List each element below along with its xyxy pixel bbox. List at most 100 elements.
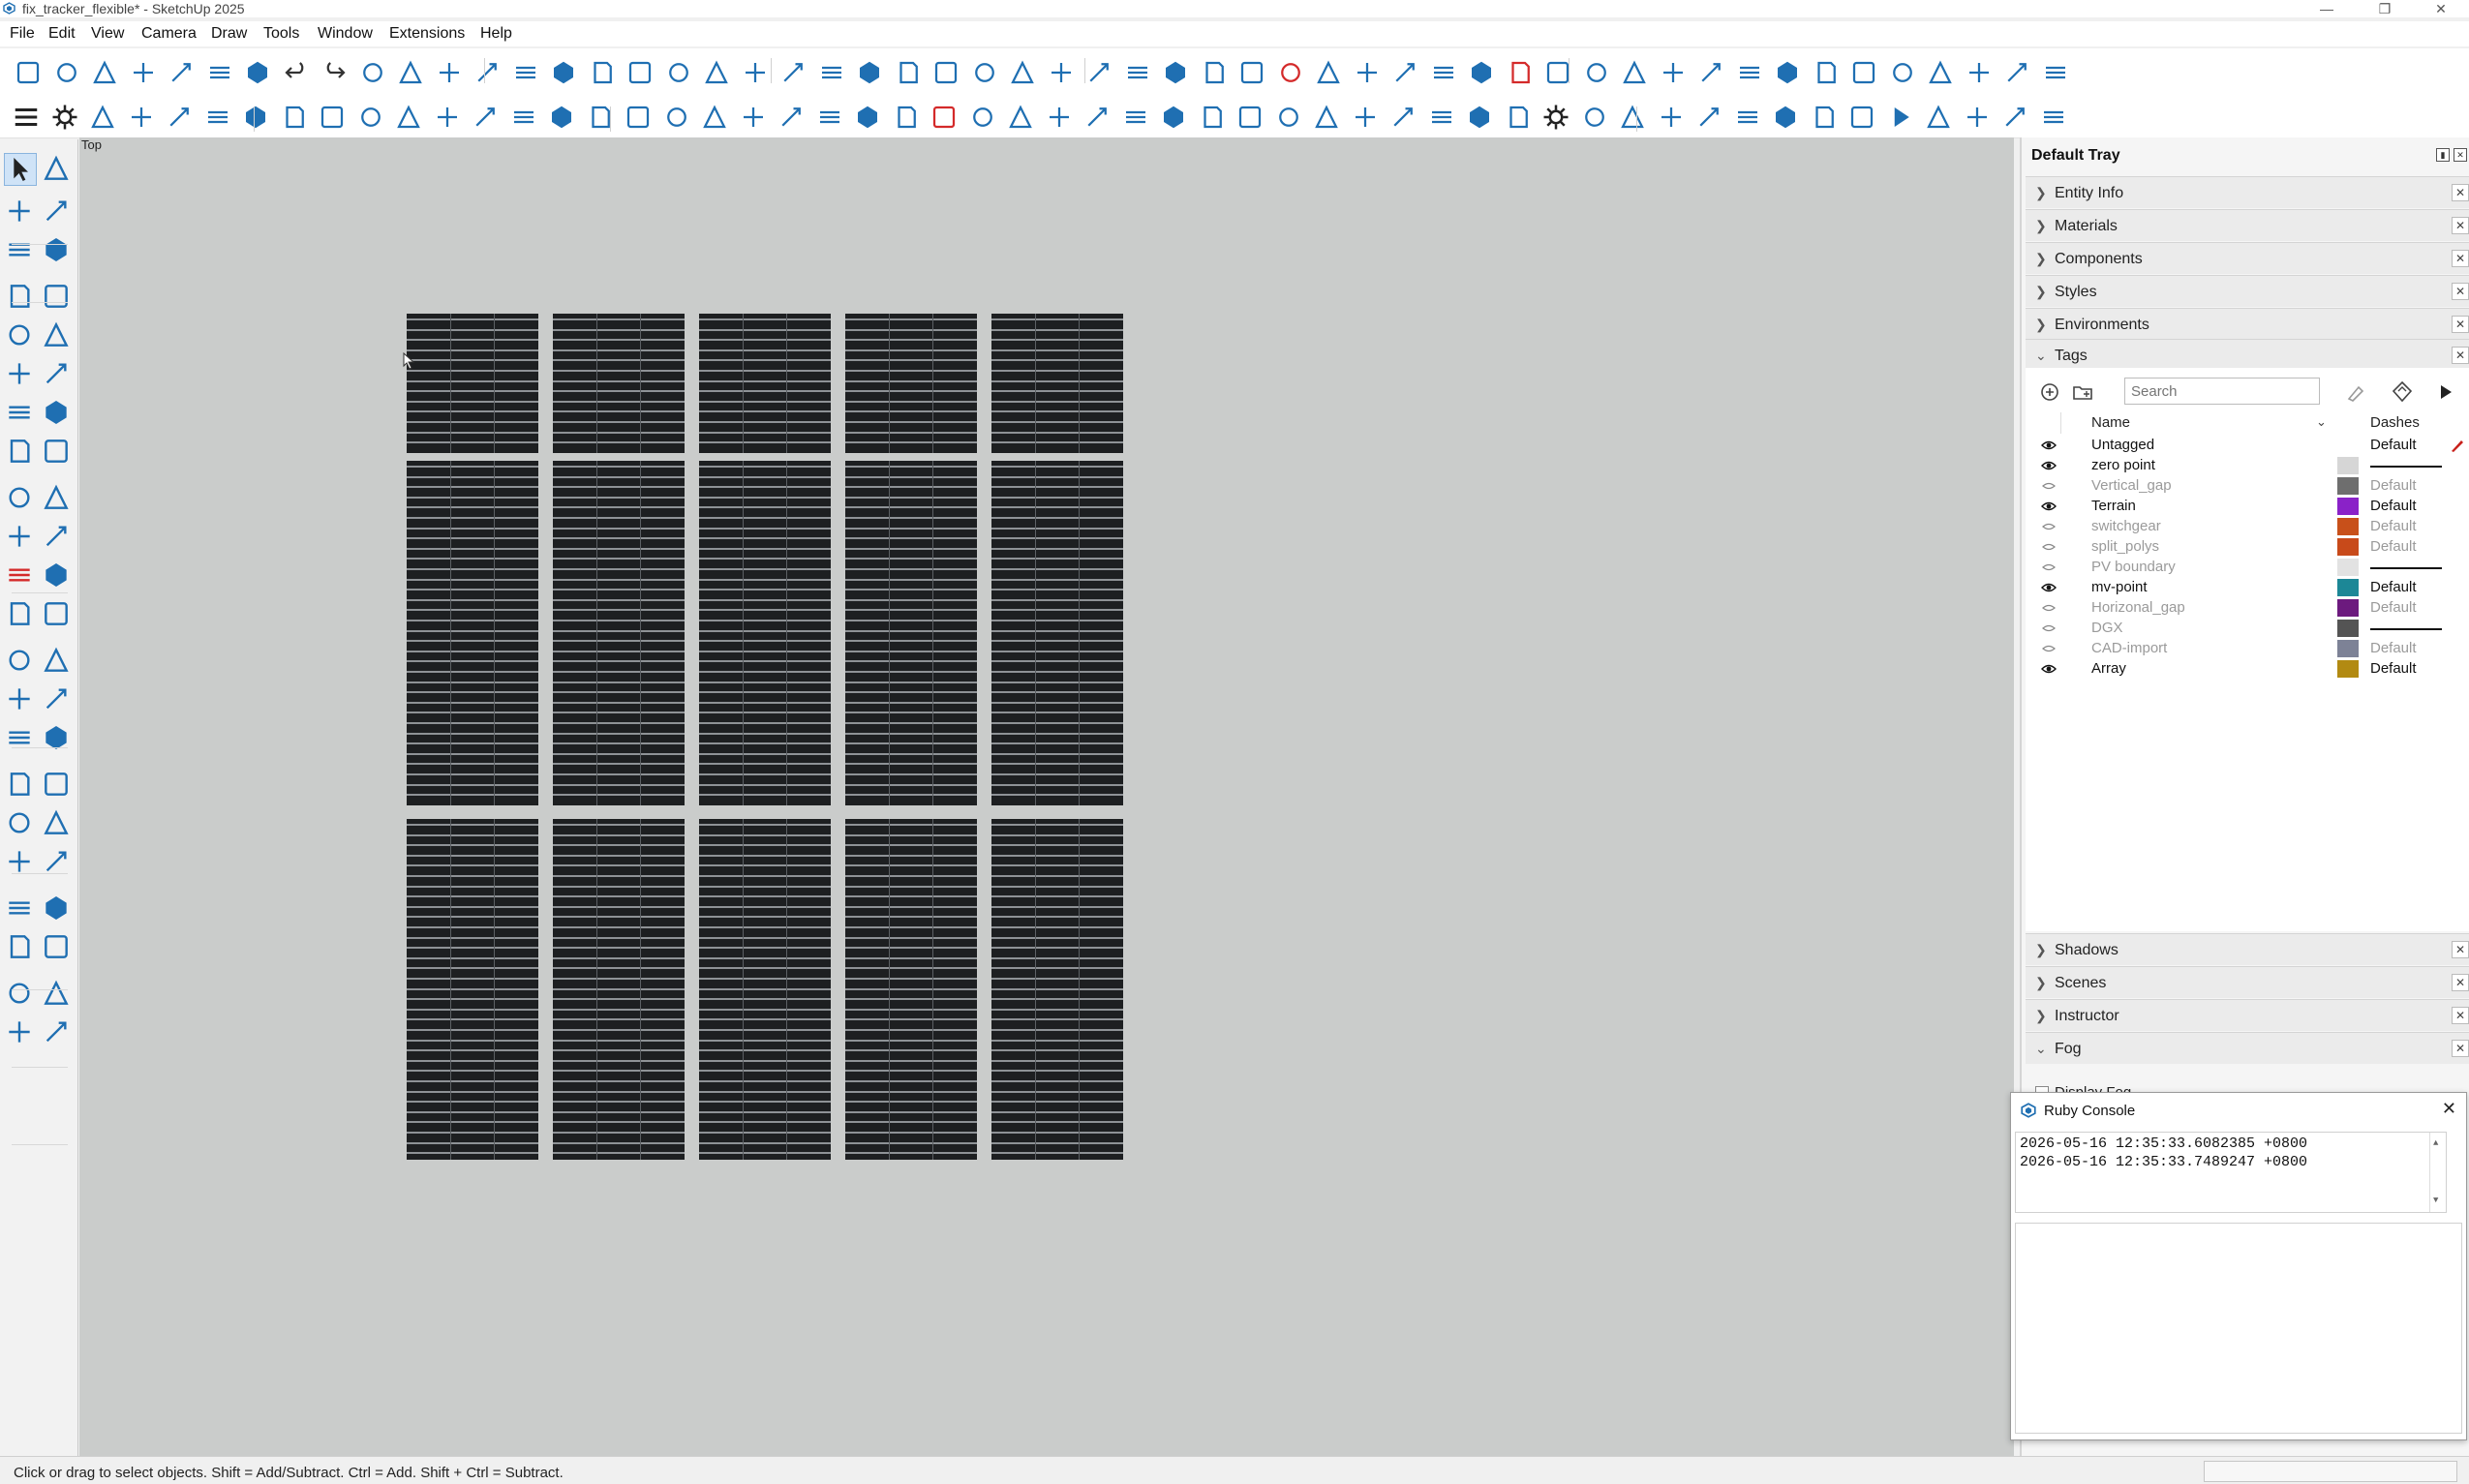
route-icon[interactable] [624, 103, 653, 132]
irr-icon[interactable] [1465, 103, 1494, 132]
save-icon[interactable] [90, 58, 119, 87]
menu-help[interactable]: Help [480, 25, 512, 43]
eye-closed-icon[interactable] [2041, 540, 2057, 554]
tag-row[interactable]: zero point [2026, 456, 2469, 476]
terrain-icon[interactable] [165, 103, 194, 132]
ext-tree-icon[interactable] [1696, 58, 1725, 87]
branch-icon[interactable] [1082, 103, 1112, 132]
array-block[interactable] [845, 461, 977, 805]
top-view-icon[interactable] [472, 58, 502, 87]
array-block[interactable] [845, 819, 977, 1160]
close-icon[interactable]: ✕ [2452, 974, 2469, 991]
tag-dashes-value[interactable]: Default [2370, 640, 2417, 656]
calc-icon[interactable] [1235, 103, 1265, 132]
dash-solid-line[interactable] [2370, 628, 2442, 630]
close-window-button[interactable]: ✕ [2419, 0, 2463, 17]
delete-icon[interactable] [356, 103, 385, 132]
component-icon[interactable] [127, 103, 156, 132]
column-dashes-header[interactable]: Dashes [2370, 414, 2420, 431]
ext-map-icon[interactable] [2041, 58, 2070, 87]
close-icon[interactable]: ✕ [2452, 347, 2469, 364]
array-block[interactable] [553, 819, 685, 1160]
add-tag-folder-icon[interactable] [2070, 379, 2095, 405]
tag-row[interactable]: Vertical_gap Default [2026, 476, 2469, 497]
model-info-icon[interactable] [396, 58, 425, 87]
close-icon[interactable]: ✕ [2452, 1040, 2469, 1057]
tag-color-swatch[interactable] [2337, 477, 2359, 495]
array-block[interactable] [991, 314, 1123, 453]
tray-close-icon[interactable]: ✕ [2454, 148, 2467, 162]
follow-me-icon[interactable] [41, 521, 72, 552]
right-view-icon[interactable] [549, 58, 578, 87]
ext-auto-icon[interactable] [1926, 58, 1955, 87]
curve-icon[interactable] [700, 103, 729, 132]
help-icon[interactable] [1657, 103, 1686, 132]
column-name-header[interactable]: Name [2091, 414, 2130, 431]
ext-move-icon[interactable] [1888, 58, 1917, 87]
rotate-icon[interactable] [4, 521, 35, 552]
tag-dashes-value[interactable]: Default [2370, 477, 2417, 494]
grid-icon[interactable] [318, 103, 347, 132]
position-camera-icon[interactable] [4, 893, 35, 924]
orbit-icon[interactable] [4, 769, 35, 800]
print-icon[interactable] [358, 58, 387, 87]
image-tool-icon[interactable] [2000, 103, 2029, 132]
menu-icon[interactable] [12, 103, 41, 132]
copy-icon[interactable] [167, 58, 196, 87]
ext-height-icon[interactable] [1467, 58, 1496, 87]
panel-components[interactable]: ❯ Components ✕ [2026, 242, 2469, 274]
tag-row[interactable]: Untagged Default [2026, 436, 2469, 456]
array-block[interactable] [407, 314, 538, 453]
sandbox-drape-icon[interactable] [4, 1016, 35, 1047]
sun-icon[interactable] [50, 103, 79, 132]
tag-details-arrow-icon[interactable] [2432, 379, 2457, 405]
tag-dashes-value[interactable]: Default [2370, 579, 2417, 595]
chart-icon[interactable] [1121, 103, 1150, 132]
ext-lock-icon[interactable] [1620, 58, 1649, 87]
loss-icon[interactable] [1810, 103, 1839, 132]
menu-extensions[interactable]: Extensions [389, 25, 465, 43]
wireframe-icon[interactable] [741, 58, 770, 87]
menu-window[interactable]: Window [318, 25, 373, 43]
scrollbar[interactable]: ▲ ▼ [2429, 1133, 2446, 1212]
close-icon[interactable]: ✕ [2452, 316, 2469, 333]
link-icon[interactable] [815, 103, 844, 132]
array-block[interactable] [553, 461, 685, 805]
ext-zoom-icon[interactable] [1390, 58, 1419, 87]
dimension-icon[interactable] [41, 645, 72, 676]
cable-icon[interactable] [509, 103, 538, 132]
open-file-icon[interactable] [52, 58, 81, 87]
close-icon[interactable]: ✕ [2452, 1007, 2469, 1024]
tag-row[interactable]: DGX [2026, 619, 2469, 639]
en-icon[interactable] [1618, 103, 1647, 132]
tag-dashes-value[interactable]: Default [2370, 538, 2417, 555]
tag-eraser-icon[interactable] [41, 234, 72, 265]
panel-fog[interactable]: ⌄ Fog ✕ [2026, 1032, 2469, 1064]
tag-dashes-value[interactable]: Default [2370, 660, 2417, 677]
tag-row[interactable]: split_polys Default [2026, 537, 2469, 558]
polygon-icon[interactable] [41, 358, 72, 389]
menu-file[interactable]: File [10, 25, 35, 43]
panel-shadows[interactable]: ❯ Shadows ✕ [2026, 933, 2469, 965]
redo-icon[interactable] [320, 58, 349, 87]
tag-paint-icon[interactable] [2343, 379, 2368, 405]
panel-entity-info[interactable]: ❯ Entity Info ✕ [2026, 176, 2469, 208]
three-point-arc-icon[interactable] [4, 436, 35, 467]
percent-icon[interactable] [394, 103, 423, 132]
pan-icon[interactable] [41, 769, 72, 800]
left-view-icon[interactable] [625, 58, 655, 87]
scatter-icon[interactable] [433, 103, 462, 132]
close-icon[interactable]: ✕ [2452, 941, 2469, 958]
ext-snow-icon[interactable] [1849, 58, 1878, 87]
globe-icon[interactable] [88, 103, 117, 132]
menu-camera[interactable]: Camera [141, 25, 197, 43]
pv-icon[interactable] [241, 103, 270, 132]
sliders-icon[interactable] [1274, 103, 1303, 132]
close-icon[interactable]: ✕ [2442, 1099, 2456, 1119]
eye-closed-icon[interactable] [2041, 520, 2057, 533]
eye-open-icon[interactable] [2041, 459, 2057, 472]
freehand-icon[interactable] [41, 281, 72, 312]
zoom-icon[interactable] [4, 807, 35, 838]
lasso-icon[interactable] [41, 153, 72, 184]
users-icon[interactable] [1580, 103, 1609, 132]
